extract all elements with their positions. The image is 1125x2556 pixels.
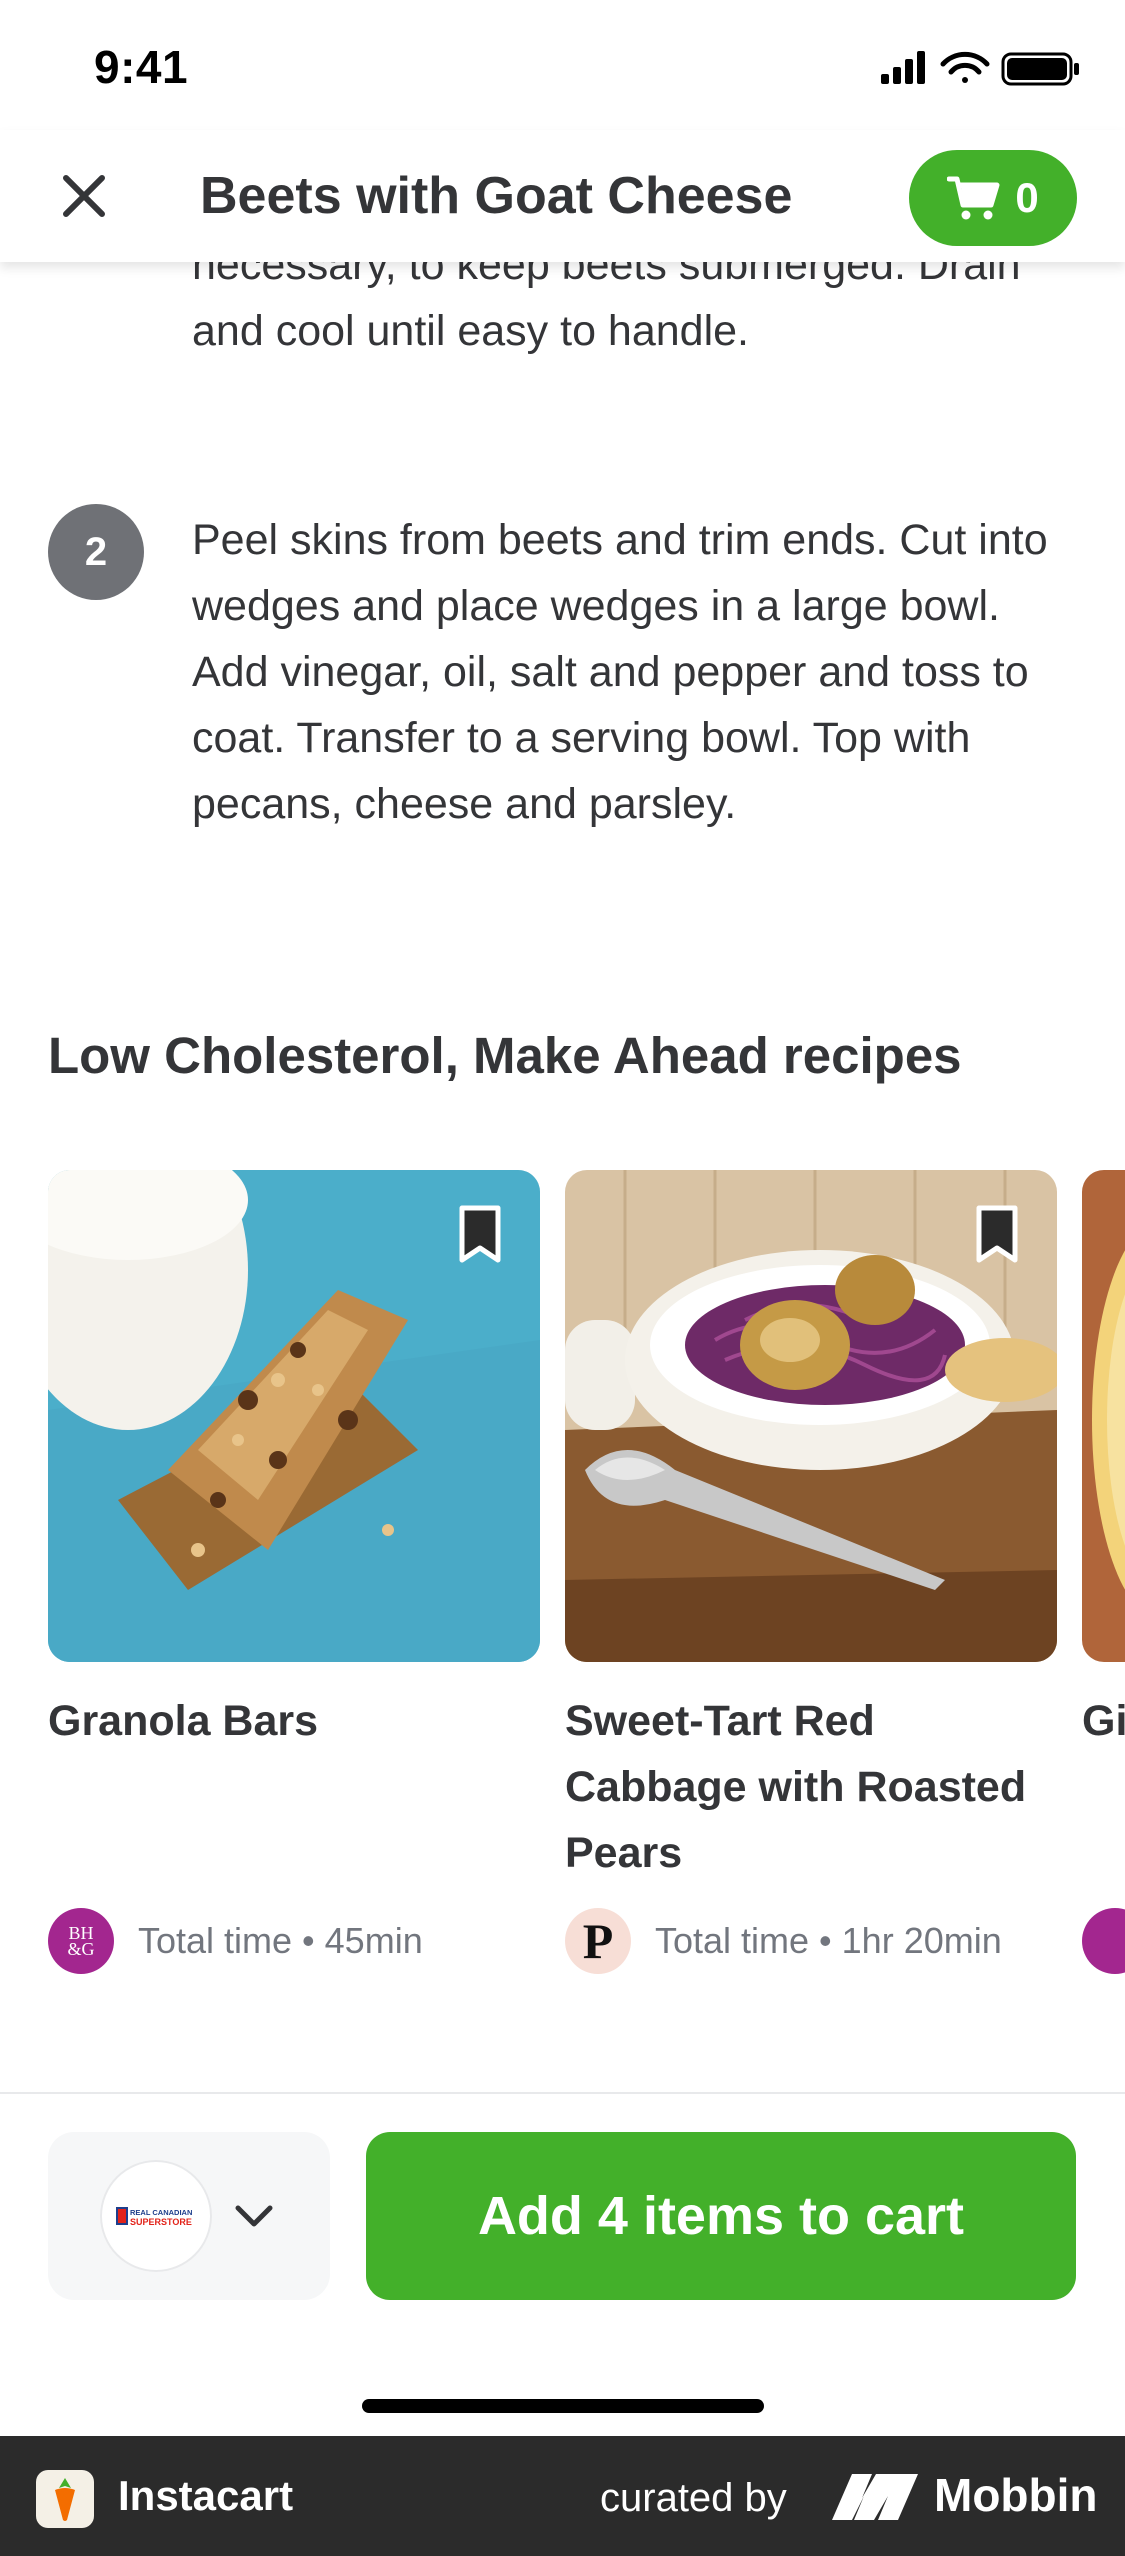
carrot-icon bbox=[55, 2478, 75, 2521]
home-indicator bbox=[362, 2399, 764, 2413]
recipe-card-meta: P Total time • 1hr 20min bbox=[565, 1908, 1002, 1974]
total-time: Total time • 1hr 20min bbox=[655, 1920, 1002, 1961]
footer: Instacart curated by Mobbin bbox=[0, 2436, 1125, 2556]
store-selector[interactable]: REAL CANADIAN SUPERSTORE bbox=[48, 2132, 330, 2300]
recipe-photo bbox=[1082, 1170, 1125, 1662]
store-logo: REAL CANADIAN SUPERSTORE bbox=[100, 2160, 212, 2272]
recipe-card-image[interactable] bbox=[565, 1170, 1057, 1662]
recipe-card-title[interactable]: Sweet-Tart Red Cabbage with Roasted Pear… bbox=[565, 1688, 1065, 1886]
recipe-card-meta: BH &G Total time • 45min bbox=[48, 1908, 423, 1974]
wifi-icon bbox=[940, 51, 990, 83]
source-logo bbox=[1082, 1908, 1125, 1974]
bottom-action-bar: REAL CANADIAN SUPERSTORE Add 4 items to … bbox=[0, 2092, 1125, 2438]
recipe-card-image[interactable] bbox=[48, 1170, 540, 1662]
mobbin-logo-icon bbox=[832, 2474, 918, 2520]
total-time: Total time • 45min bbox=[138, 1920, 423, 1961]
battery-icon bbox=[1001, 52, 1079, 86]
bookmark-icon[interactable] bbox=[456, 1204, 504, 1266]
app-name: Instacart bbox=[118, 2472, 294, 2519]
svg-text:SUPERSTORE: SUPERSTORE bbox=[130, 2217, 192, 2227]
recipe-card-title[interactable]: Gi bbox=[1082, 1688, 1125, 1754]
page-title: Beets with Goat Cheese bbox=[200, 167, 793, 225]
signal-icon bbox=[881, 51, 925, 84]
brand-name: Mobbin bbox=[934, 2469, 1098, 2521]
close-button[interactable] bbox=[48, 160, 120, 232]
cart-button[interactable]: 0 bbox=[909, 150, 1077, 246]
chevron-down-icon bbox=[235, 2205, 273, 2227]
svg-text:REAL CANADIAN: REAL CANADIAN bbox=[130, 2208, 192, 2217]
source-logo: P bbox=[565, 1908, 631, 1974]
cart-icon bbox=[947, 176, 1000, 220]
step-number-badge: 2 bbox=[48, 504, 144, 600]
close-icon bbox=[63, 175, 105, 217]
recipe-card-image[interactable] bbox=[1082, 1170, 1125, 1662]
curated-by-label: curated by bbox=[600, 2476, 787, 2520]
header: Beets with Goat Cheese 0 bbox=[0, 130, 1125, 262]
source-logo: BH &G bbox=[48, 1908, 114, 1974]
status-time: 9:41 bbox=[94, 41, 189, 93]
section-title: Low Cholesterol, Make Ahead recipes bbox=[48, 1027, 962, 1084]
step-2-text: Peel skins from beets and trim ends. Cut… bbox=[192, 516, 1048, 828]
cart-count: 0 bbox=[1015, 174, 1039, 221]
status-icons bbox=[881, 51, 1079, 86]
add-to-cart-button[interactable]: Add 4 items to cart bbox=[366, 2132, 1076, 2300]
bookmark-icon[interactable] bbox=[973, 1204, 1021, 1266]
recipe-card-title[interactable]: Granola Bars bbox=[48, 1688, 548, 1754]
instacart-logo bbox=[36, 2470, 94, 2528]
